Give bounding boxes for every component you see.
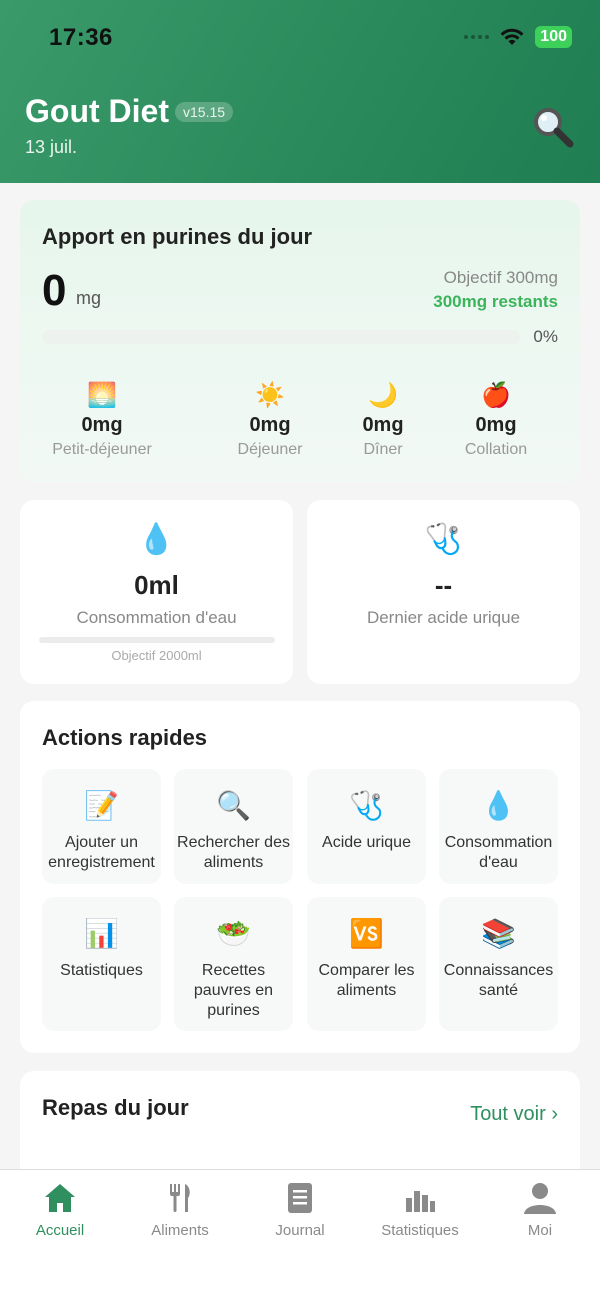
action-water[interactable]: 💧 Consommation d'eau: [439, 769, 558, 884]
sunrise-icon: 🌅: [87, 382, 117, 409]
bar-chart-icon: 📊: [84, 918, 119, 949]
water-progress-bar: [39, 637, 275, 643]
action-statistics[interactable]: 📊 Statistiques: [42, 897, 161, 1031]
intake-title: Apport en purines du jour: [42, 224, 313, 249]
meal-stat-value: 0mg: [475, 414, 517, 436]
action-compare-foods[interactable]: 🆚 Comparer les aliments: [307, 897, 426, 1031]
see-all-link[interactable]: Tout voir ›: [470, 1103, 558, 1126]
action-label: Statistiques: [60, 962, 143, 979]
tab-label: Moi: [527, 1222, 553, 1239]
status-indicators: 100: [464, 26, 572, 48]
quick-actions-title: Actions rapides: [42, 725, 208, 750]
uric-acid-label: Dernier acide urique: [366, 608, 521, 627]
status-time: 17:36: [49, 24, 113, 51]
action-label: Acide urique: [322, 834, 411, 851]
action-low-purine-recipes[interactable]: 🥗 Recettes pauvres en purines: [174, 897, 293, 1031]
water-drop-icon: 💧: [137, 523, 176, 556]
water-drop-icon: 💧: [481, 790, 516, 821]
intake-unit: mg: [76, 288, 102, 308]
tab-label: Accueil: [35, 1222, 85, 1239]
cellular-signal-icon: [464, 35, 490, 39]
vs-icon: 🆚: [349, 918, 384, 949]
meals-today-title: Repas du jour: [42, 1095, 189, 1120]
version-badge: v15.15: [175, 102, 234, 122]
meal-stat-label: Petit-déjeuner: [52, 441, 152, 458]
action-label: Comparer les aliments: [318, 962, 415, 999]
intake-value: 0: [42, 266, 67, 315]
date-label: 13 juil.: [25, 137, 78, 157]
uric-acid-card[interactable]: 🩺 -- Dernier acide urique: [307, 500, 580, 684]
intake-goal: Objectif 300mg: [443, 268, 558, 287]
tab-label: Journal: [275, 1222, 325, 1239]
bottom-tab-bar: Accueil Aliments Journal Statistiques Mo…: [0, 1169, 600, 1299]
intake-remaining: 300mg restants: [433, 292, 558, 311]
salad-icon: 🥗: [216, 918, 251, 949]
search-icon: [534, 108, 574, 148]
intake-progress-percent: 0%: [533, 327, 558, 346]
action-uric-acid[interactable]: 🩺 Acide urique: [307, 769, 426, 884]
home-icon: [45, 1184, 75, 1212]
action-label: Rechercher des aliments: [177, 834, 290, 871]
wifi-icon: [499, 27, 525, 47]
water-card[interactable]: 💧 0ml Consommation d'eau Objectif 2000ml: [20, 500, 293, 684]
battery-indicator: 100: [535, 26, 572, 48]
action-label: Recettes pauvres en purines: [193, 962, 274, 1019]
meal-stat-value: 0mg: [249, 414, 291, 436]
action-search-foods[interactable]: 🔍 Rechercher des aliments: [174, 769, 293, 884]
stethoscope-icon: 🩺: [349, 790, 384, 821]
apple-icon: 🍎: [481, 382, 511, 409]
app-title: Gout Diet: [25, 93, 169, 129]
water-value: 0ml: [134, 570, 179, 600]
water-label: Consommation d'eau: [76, 608, 237, 627]
tab-profile[interactable]: Moi: [480, 1182, 600, 1239]
tab-foods[interactable]: Aliments: [120, 1182, 240, 1239]
memo-icon: 📝: [84, 790, 119, 821]
tab-home[interactable]: Accueil: [0, 1182, 120, 1239]
bar-chart-icon: [406, 1191, 435, 1212]
search-button[interactable]: [530, 104, 576, 150]
action-health-knowledge[interactable]: 📚 Connaissances santé: [439, 897, 558, 1031]
action-add-record[interactable]: 📝 Ajouter un enregistrement: [42, 769, 161, 884]
moon-icon: 🌙: [368, 382, 398, 409]
tab-label: Statistiques: [381, 1222, 459, 1239]
meal-stat-label: Déjeuner: [237, 441, 303, 458]
tab-journal[interactable]: Journal: [240, 1182, 360, 1239]
app-header: 17:36 100 Gout Diet v15.15 13 juil.: [0, 0, 600, 183]
purine-intake-card: Apport en purines du jour 0 mg Objectif …: [20, 200, 580, 482]
action-label: Ajouter un enregistrement: [48, 834, 155, 871]
meal-stat-breakfast: 🌅 0mg Petit-déjeuner: [42, 380, 162, 459]
magnifier-icon: 🔍: [216, 790, 251, 821]
water-goal: Objectif 2000ml: [111, 648, 202, 663]
journal-icon: [288, 1183, 312, 1213]
meal-stat-dinner: 🌙 0mg Dîner: [323, 380, 443, 459]
meal-stat-value: 0mg: [81, 414, 123, 436]
intake-progress-bar: [42, 330, 520, 344]
meal-stat-lunch: ☀️ 0mg Déjeuner: [210, 380, 330, 459]
action-label: Connaissances santé: [443, 962, 554, 999]
sun-icon: ☀️: [255, 382, 285, 409]
action-label: Consommation d'eau: [444, 834, 553, 871]
meal-stat-snack: 🍎 0mg Collation: [436, 380, 556, 459]
person-icon: [524, 1183, 556, 1214]
fork-knife-icon: [170, 1184, 190, 1212]
meal-stat-value: 0mg: [362, 414, 404, 436]
meal-stat-label: Collation: [464, 441, 528, 458]
uric-acid-value: --: [434, 570, 453, 600]
stethoscope-icon: 🩺: [424, 523, 463, 556]
tab-label: Aliments: [151, 1222, 209, 1239]
books-icon: 📚: [481, 918, 516, 949]
quick-actions-card: Actions rapides 📝 Ajouter un enregistrem…: [20, 701, 580, 1053]
meal-stat-label: Dîner: [363, 441, 403, 458]
tab-statistics[interactable]: Statistiques: [360, 1182, 480, 1239]
